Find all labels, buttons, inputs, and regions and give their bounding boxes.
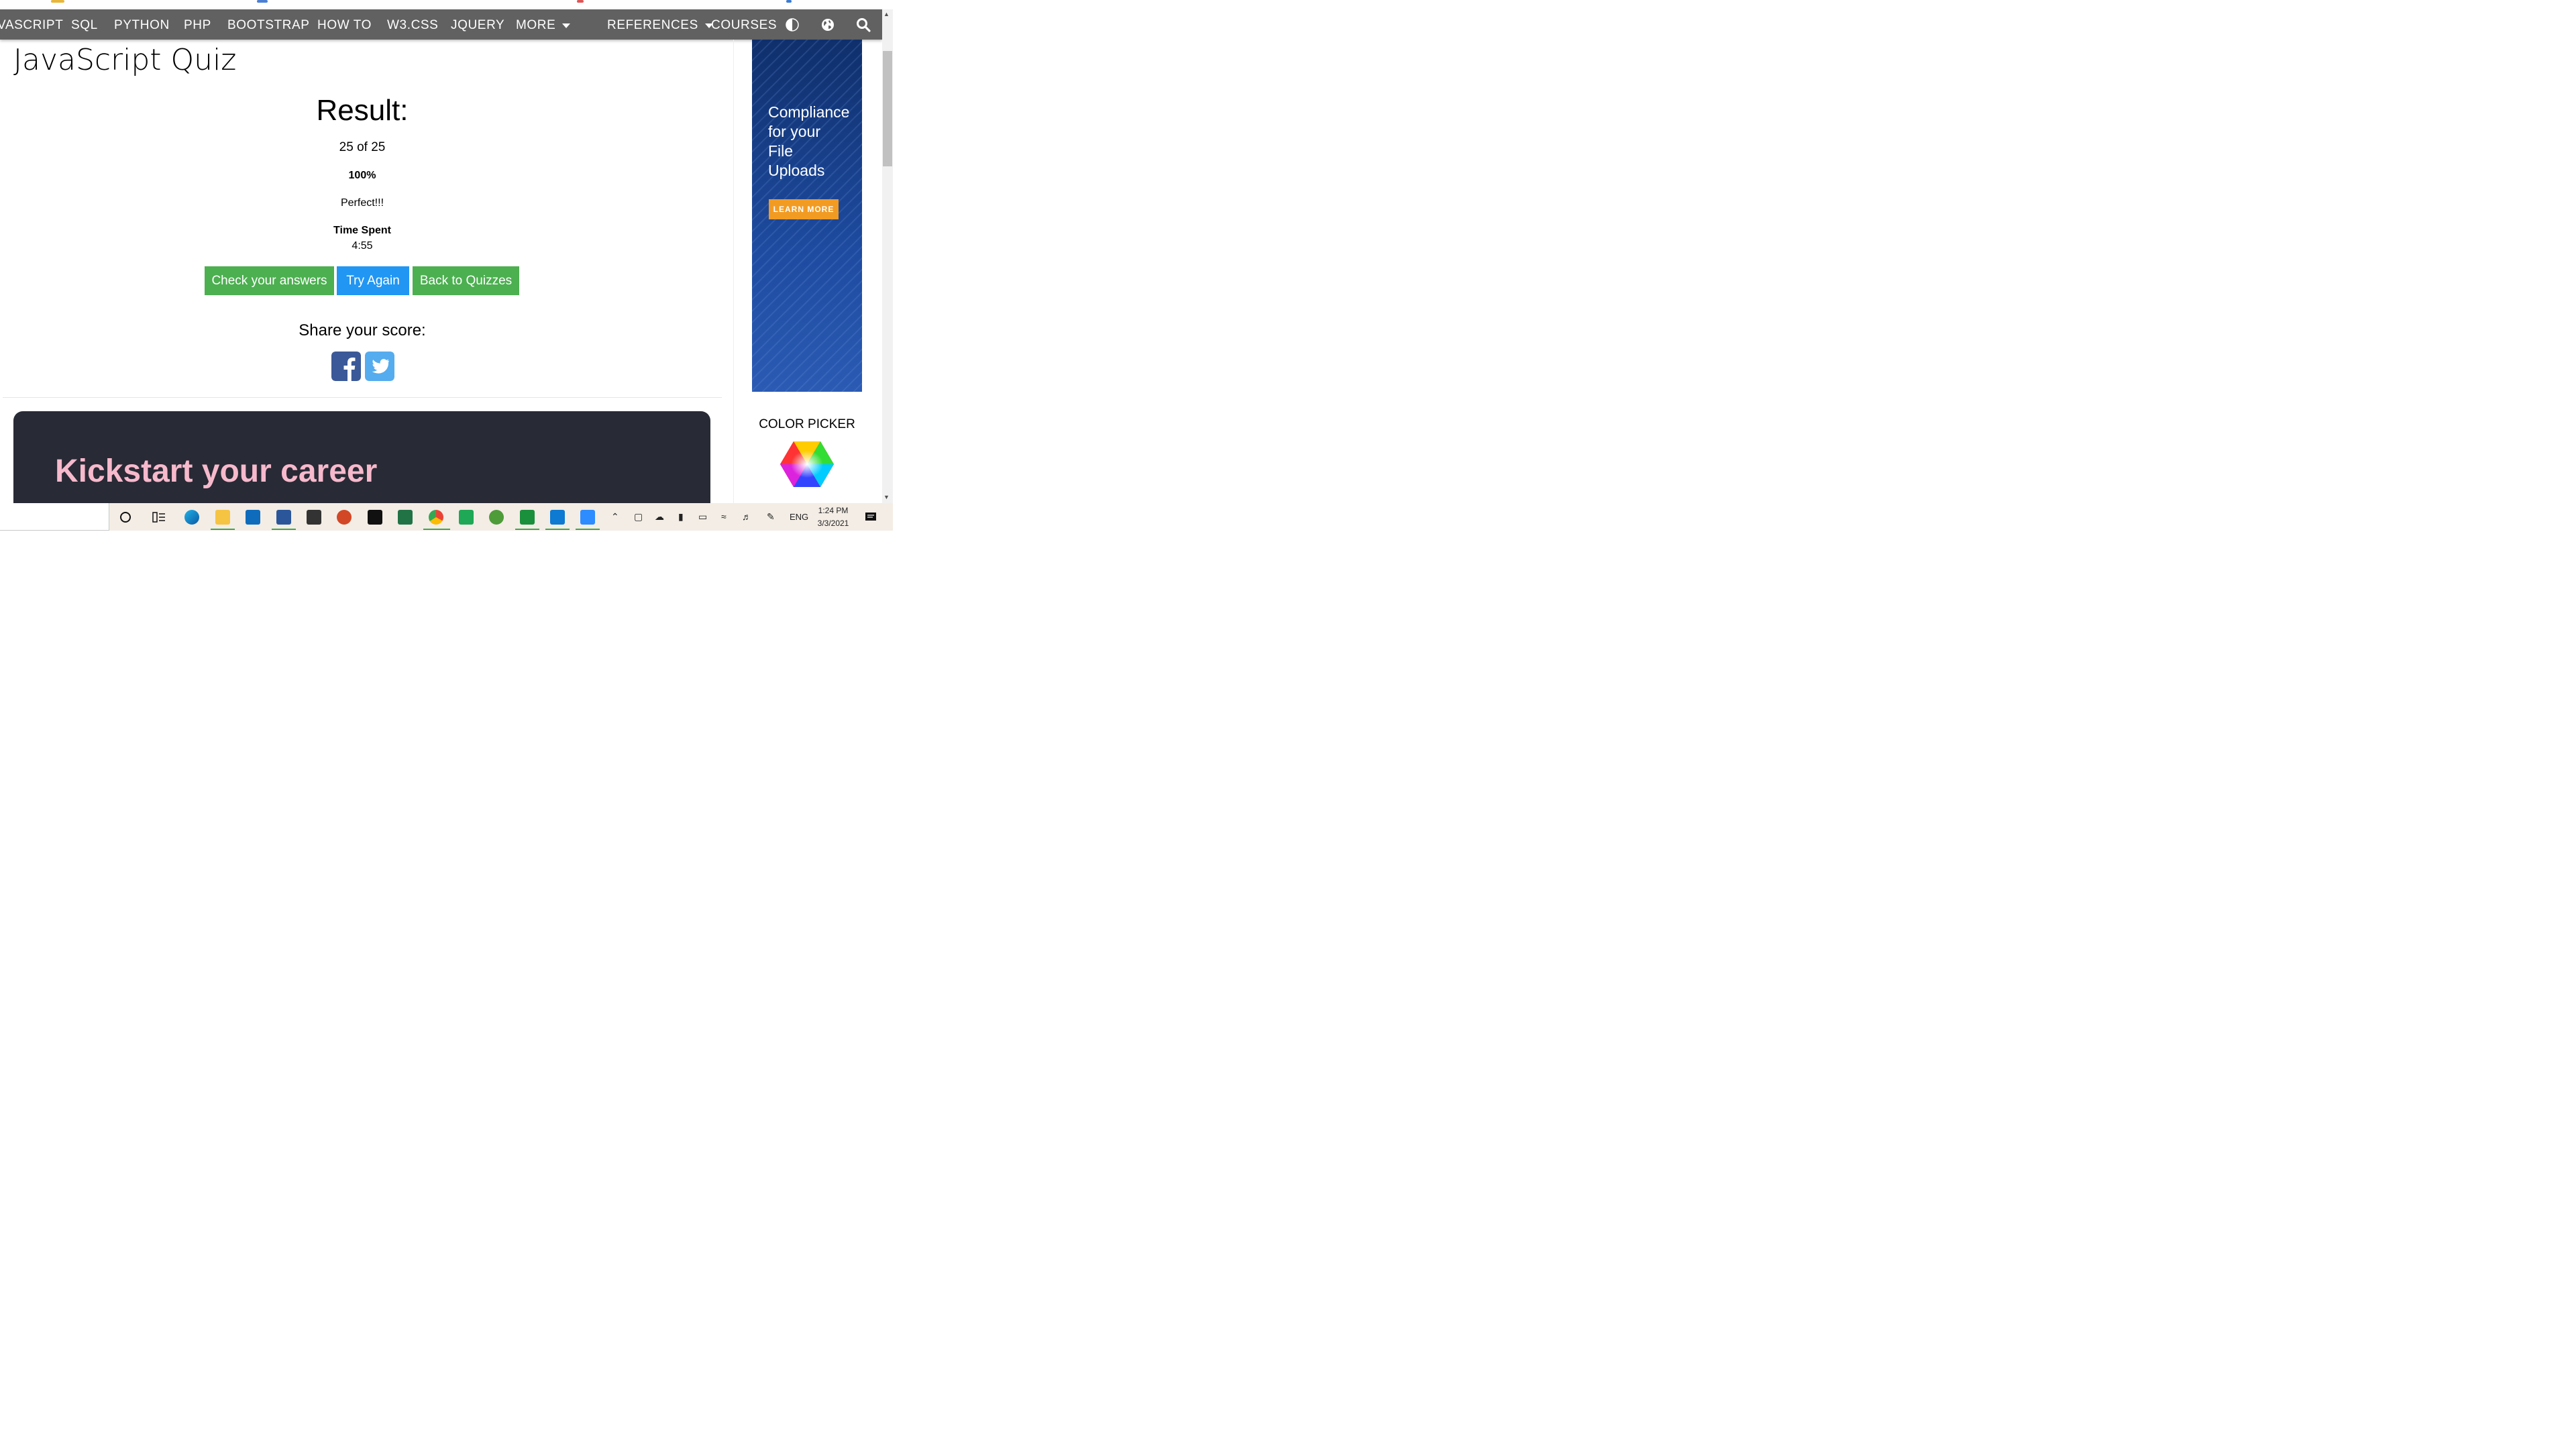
meet-now-icon[interactable]: ▢ xyxy=(634,511,643,523)
running-indicator xyxy=(545,529,570,530)
color-picker-heading: COLOR PICKER xyxy=(759,417,855,431)
sidebar-ad[interactable]: Compliance for your File Uploads LEARN M… xyxy=(752,40,862,392)
score-text: 25 of 25 xyxy=(339,140,386,154)
whatsapp-icon[interactable] xyxy=(459,510,474,525)
scrollbar-thumb[interactable] xyxy=(883,51,892,166)
file-explorer-icon[interactable] xyxy=(215,510,230,525)
score-percent: 100% xyxy=(348,170,376,181)
pen-icon[interactable]: ✎ xyxy=(767,511,775,523)
nav-references[interactable]: REFERENCES xyxy=(607,9,713,40)
cortana-icon[interactable] xyxy=(119,511,131,523)
contrast-icon[interactable] xyxy=(785,17,800,32)
search-icon[interactable] xyxy=(856,17,871,32)
running-indicator xyxy=(211,529,235,530)
microphone-icon[interactable]: ▮ xyxy=(678,511,684,523)
top-navbar: VASCRIPT SQL PYTHON PHP BOOTSTRAP HOW TO… xyxy=(0,9,882,40)
result-heading: Result: xyxy=(316,94,409,127)
nav-jquery[interactable]: JQUERY xyxy=(451,9,504,40)
nav-more-label: MORE xyxy=(516,18,556,32)
scroll-down-arrow[interactable]: ▼ xyxy=(883,494,890,500)
nav-how-to[interactable]: HOW TO xyxy=(317,9,372,40)
career-banner: Kickstart your career xyxy=(13,411,710,512)
ad-line: Uploads xyxy=(768,162,825,179)
running-indicator xyxy=(272,529,296,530)
banner-title: Kickstart your career xyxy=(55,453,378,489)
nav-sql[interactable]: SQL xyxy=(71,9,98,40)
time-spent-value: 4:55 xyxy=(352,240,373,252)
volume-icon[interactable]: ♬ xyxy=(742,511,751,522)
ad-line: File xyxy=(768,142,794,160)
nav-php[interactable]: PHP xyxy=(184,9,211,40)
time-spent-label: Time Spent xyxy=(333,225,391,236)
clock-date[interactable]: 3/3/2021 xyxy=(808,519,859,528)
zoom-icon[interactable] xyxy=(580,510,595,525)
globe-icon[interactable] xyxy=(820,17,835,32)
clock-time[interactable]: 1:24 PM xyxy=(808,506,859,515)
wifi-icon[interactable]: ≈ xyxy=(721,511,727,522)
task-view-icon[interactable] xyxy=(152,511,166,523)
running-indicator xyxy=(423,529,450,530)
windows-taskbar: ⌃ ▢ ☁ ▮ ▭ ≈ ♬ ✎ ENG 1:24 PM 3/3/2021 xyxy=(0,503,893,531)
edge-icon[interactable] xyxy=(184,510,199,525)
word-icon[interactable] xyxy=(276,510,291,525)
result-message: Perfect!!! xyxy=(340,197,384,209)
facebook-icon[interactable] xyxy=(331,352,361,381)
calculator-app-icon[interactable] xyxy=(520,510,535,525)
ad-text: Compliance for your File Uploads xyxy=(768,103,859,180)
twitter-icon[interactable] xyxy=(365,352,394,381)
language-indicator[interactable]: ENG xyxy=(790,512,808,522)
nav-javascript[interactable]: VASCRIPT xyxy=(0,9,63,40)
page-title: JavaScript Quiz xyxy=(13,43,237,77)
nav-w3css[interactable]: W3.CSS xyxy=(387,9,438,40)
vscode-icon[interactable] xyxy=(550,510,565,525)
ad-learn-more-button[interactable]: LEARN MORE xyxy=(769,199,839,219)
running-indicator xyxy=(576,529,600,530)
section-divider xyxy=(3,397,722,398)
store-icon[interactable] xyxy=(307,510,321,525)
back-to-quizzes-button[interactable]: Back to Quizzes xyxy=(413,266,519,295)
show-hidden-icons-icon[interactable]: ⌃ xyxy=(611,511,619,523)
color-picker-hexagon-icon[interactable] xyxy=(780,441,834,487)
bookmark-strip xyxy=(0,0,882,9)
try-again-button[interactable]: Try Again xyxy=(337,266,409,295)
caret-down-icon xyxy=(562,23,571,28)
nav-bootstrap[interactable]: BOOTSTRAP xyxy=(227,9,310,40)
share-label: Share your score: xyxy=(299,321,426,339)
onedrive-icon[interactable]: ☁ xyxy=(655,511,664,523)
ad-line: for your xyxy=(768,123,820,140)
running-indicator xyxy=(515,529,539,530)
nav-more[interactable]: MORE xyxy=(516,9,571,40)
nav-python[interactable]: PYTHON xyxy=(114,9,170,40)
powerpoint-icon[interactable] xyxy=(337,510,352,525)
sidebar-divider xyxy=(733,40,734,503)
nav-references-label: REFERENCES xyxy=(607,18,698,32)
battery-icon[interactable]: ▭ xyxy=(698,511,707,523)
outlook-icon[interactable] xyxy=(246,510,260,525)
spring-icon[interactable] xyxy=(489,510,504,525)
notification-center-icon[interactable] xyxy=(864,511,877,524)
netflix-icon[interactable] xyxy=(368,510,382,525)
nav-courses[interactable]: COURSES xyxy=(711,9,777,40)
chrome-icon[interactable] xyxy=(429,510,443,525)
excel-icon[interactable] xyxy=(398,510,413,525)
taskbar-search-box[interactable] xyxy=(0,503,109,531)
scroll-up-arrow[interactable]: ▲ xyxy=(883,11,890,17)
check-answers-button[interactable]: Check your answers xyxy=(205,266,334,295)
ad-line: Compliance xyxy=(768,103,850,121)
